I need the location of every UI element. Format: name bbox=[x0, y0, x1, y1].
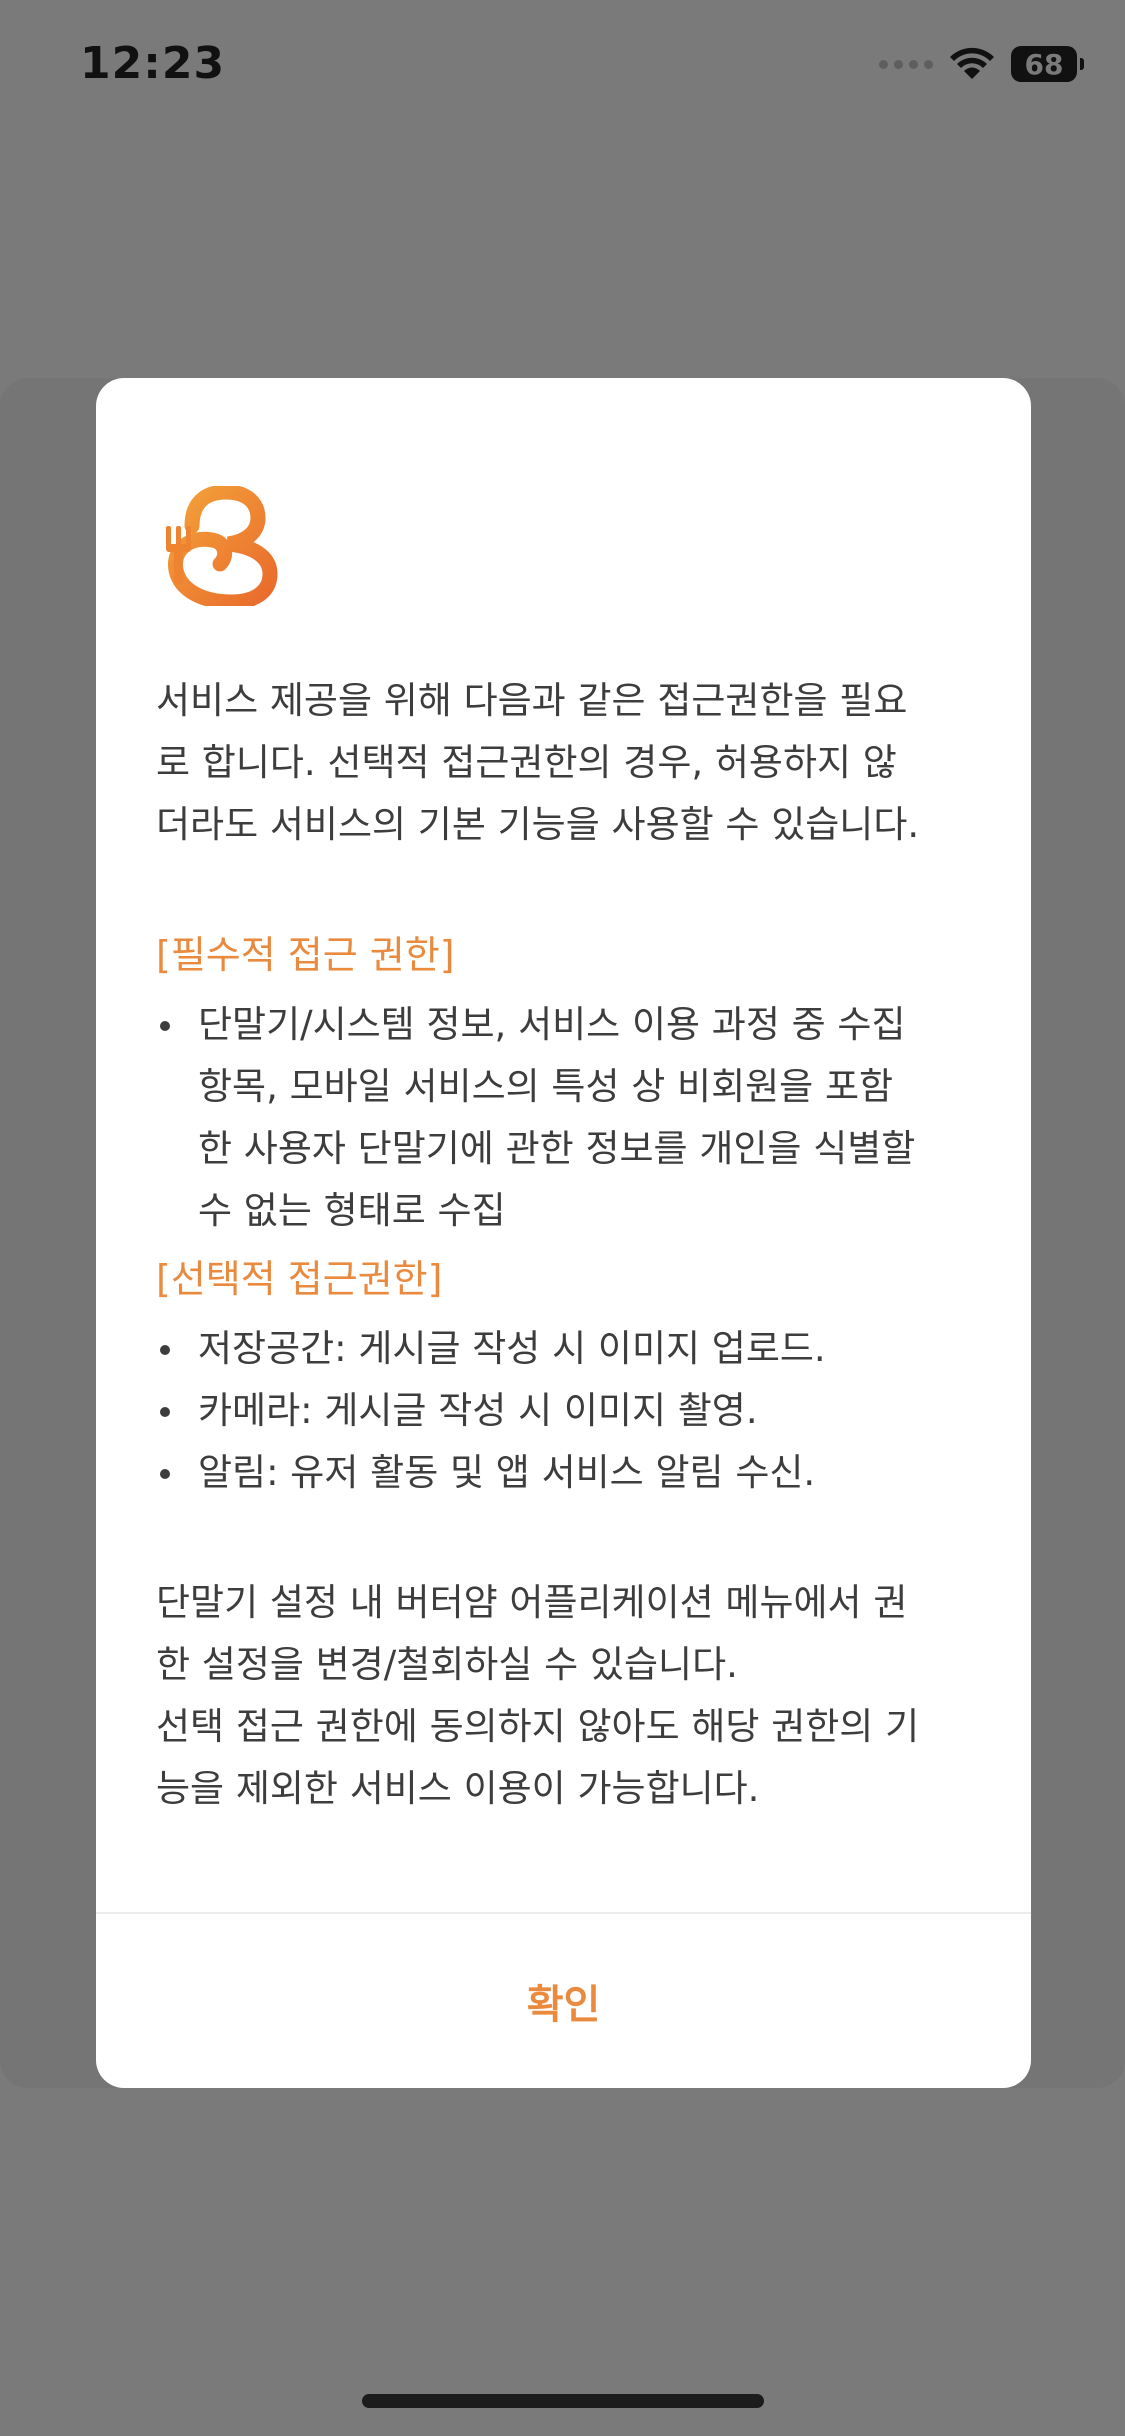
butteryam-logo-icon bbox=[166, 486, 278, 606]
required-permissions-list: 단말기/시스템 정보, 서비스 이용 과정 중 수집 항목, 모바일 서비스의 … bbox=[156, 994, 986, 1242]
confirm-button[interactable]: 확인 bbox=[96, 1914, 1031, 2088]
dialog-content: 서비스 제공을 위해 다음과 같은 접근권한을 필요 로 합니다. 선택적 접근… bbox=[156, 670, 986, 1820]
list-item: 카메라: 게시글 작성 시 이미지 촬영. bbox=[160, 1380, 986, 1442]
optional-permissions-title: [선택적 접근권한] bbox=[156, 1257, 443, 1301]
battery-icon: 68 bbox=[1011, 46, 1084, 82]
status-bar: 12:23 68 bbox=[0, 0, 1125, 140]
status-icons: 68 bbox=[879, 46, 1084, 82]
list-item: 알림: 유저 활동 및 앱 서비스 알림 수신. bbox=[160, 1442, 986, 1504]
intro-text: 서비스 제공을 위해 다음과 같은 접근권한을 필요 로 합니다. 선택적 접근… bbox=[156, 679, 920, 846]
home-indicator[interactable] bbox=[362, 2394, 764, 2408]
list-item: 단말기/시스템 정보, 서비스 이용 과정 중 수집 항목, 모바일 서비스의 … bbox=[160, 994, 986, 1242]
battery-level: 68 bbox=[1024, 47, 1064, 81]
required-permissions-title: [필수적 접근 권한] bbox=[156, 933, 455, 977]
optional-permissions-list: 저장공간: 게시글 작성 시 이미지 업로드. 카메라: 게시글 작성 시 이미… bbox=[156, 1318, 986, 1504]
settings-note: 단말기 설정 내 버터얌 어플리케이션 메뉴에서 권 한 설정을 변경/철회하실… bbox=[156, 1581, 920, 1810]
status-time: 12:23 bbox=[80, 38, 226, 89]
wifi-icon bbox=[950, 47, 994, 79]
signal-dots-icon bbox=[879, 59, 933, 69]
permission-dialog: 서비스 제공을 위해 다음과 같은 접근권한을 필요 로 합니다. 선택적 접근… bbox=[96, 378, 1031, 2088]
list-item: 저장공간: 게시글 작성 시 이미지 업로드. bbox=[160, 1318, 986, 1380]
